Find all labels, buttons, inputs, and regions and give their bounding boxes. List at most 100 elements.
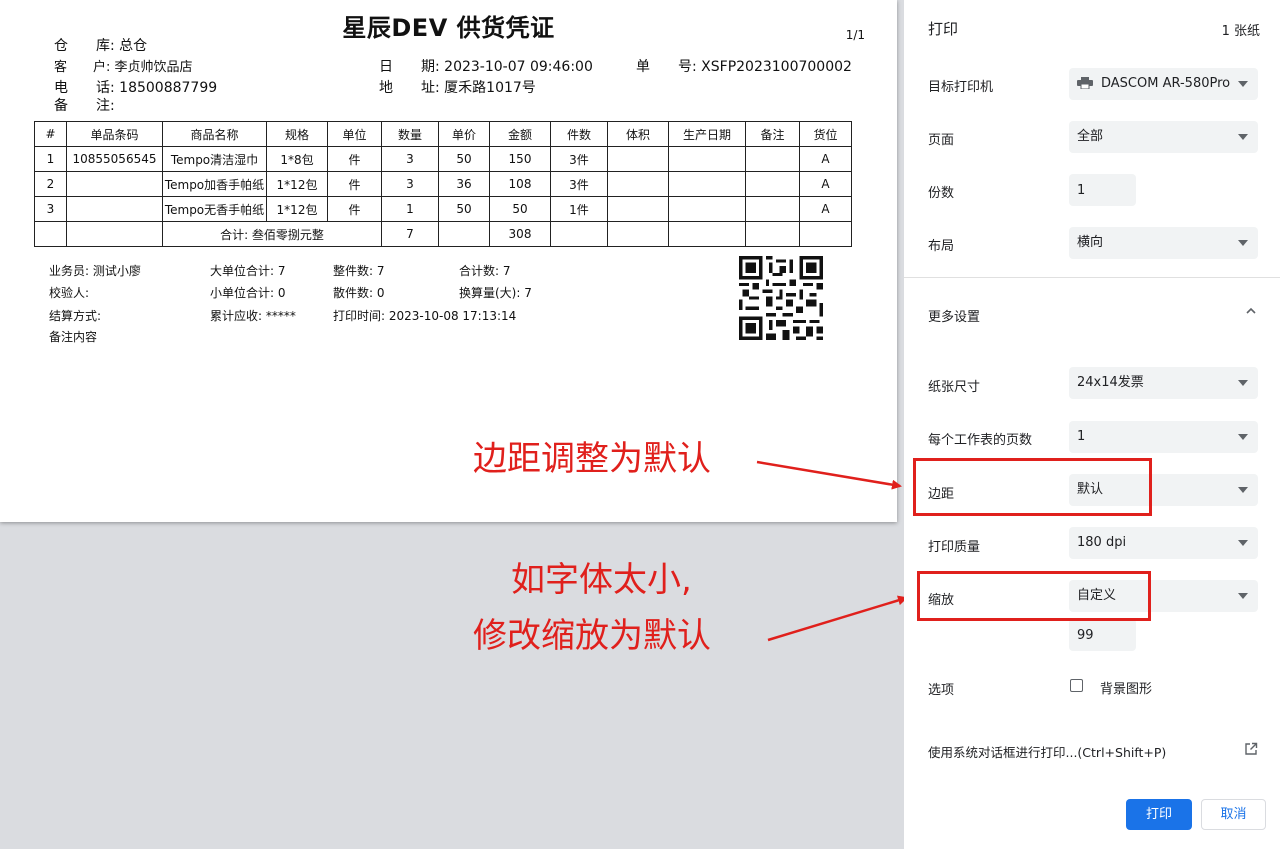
paper-size-select[interactable]: 24x14发票: [1069, 367, 1258, 399]
copies-label: 份数: [928, 186, 955, 201]
printer-value: DASCOM AR-580Pro: [1101, 76, 1231, 91]
table-cell: 3: [381, 146, 439, 172]
table-cell: [66, 221, 163, 247]
table-cell: [607, 146, 669, 172]
open-external-icon[interactable]: [1244, 742, 1258, 756]
print-preview-page: 星辰DEV 供货凭证 1/1 仓 库: 总仓 客 户: 李贞帅饮品店 电 话: …: [0, 0, 897, 522]
arrow-to-scale: [767, 595, 908, 642]
col-header: 商品名称: [162, 121, 267, 147]
col-header: 货位: [799, 121, 852, 147]
printer-select[interactable]: DASCOM AR-580Pro: [1069, 68, 1258, 100]
table-cell: 1: [34, 146, 67, 172]
table-cell: [607, 171, 669, 197]
chevron-down-icon: [1238, 540, 1248, 546]
pages-label: 页面: [928, 133, 955, 148]
quality-select[interactable]: 180 dpi: [1069, 527, 1258, 559]
col-header: 生产日期: [668, 121, 746, 147]
table-cell: [550, 221, 608, 247]
layout-label: 布局: [928, 239, 955, 254]
address-label: 地 址:: [379, 80, 440, 96]
table-cell: 150: [489, 146, 551, 172]
chevron-down-icon: [1238, 487, 1248, 493]
table-cell: 36: [438, 171, 490, 197]
table-cell: 1件: [550, 196, 608, 222]
table-cell: 3件: [550, 146, 608, 172]
order-value: XSFP2023100700002: [701, 59, 852, 75]
layout-select[interactable]: 横向: [1069, 227, 1258, 259]
col-header: 备注: [745, 121, 800, 147]
total-count: 合计数: 7: [459, 264, 511, 278]
chevron-down-icon: [1238, 81, 1248, 87]
date-field: 日 期: 2023-10-07 09:46:00: [379, 56, 593, 76]
table-cell: [745, 146, 800, 172]
pages-select[interactable]: 全部: [1069, 121, 1258, 153]
chevron-up-icon[interactable]: [1246, 306, 1256, 316]
layout-value: 横向: [1077, 235, 1104, 250]
pages-per-sheet-select[interactable]: 1: [1069, 421, 1258, 453]
checker: 校验人:: [49, 286, 90, 300]
customer-value: 李贞帅饮品店: [114, 60, 193, 75]
table-row: 2 Tempo加香手帕纸 1*12包 件 3 36 108 3件 A: [34, 171, 852, 197]
total-qty: 7: [381, 221, 439, 247]
table-header-row: # 单品条码 商品名称 规格 单位 数量 单价 金额 件数 体积 生产日期 备注…: [34, 121, 852, 147]
table-cell: [668, 196, 746, 222]
table-cell: 件: [327, 196, 382, 222]
total-label: 合计: 叁佰零捌元整: [162, 221, 382, 247]
background-graphics-checkbox[interactable]: [1070, 679, 1083, 692]
chevron-down-icon: [1238, 434, 1248, 440]
pages-per-sheet-label: 每个工作表的页数: [928, 433, 1033, 448]
whole-count: 整件数: 7: [333, 264, 385, 278]
col-header: 体积: [607, 121, 669, 147]
table-cell: 1: [381, 196, 439, 222]
copies-input[interactable]: [1069, 174, 1136, 206]
annotation-zoom-line2: 修改缩放为默认: [473, 616, 711, 656]
order-field: 单 号: XSFP2023100700002: [636, 56, 852, 76]
warehouse-field: 仓 库: 总仓: [54, 35, 147, 55]
table-cell: 108: [489, 171, 551, 197]
total-amount: 308: [489, 221, 551, 247]
scale-custom-input[interactable]: [1069, 619, 1136, 651]
chevron-down-icon: [1238, 380, 1248, 386]
table-cell: Tempo清洁湿巾: [162, 146, 267, 172]
table-cell: [34, 221, 67, 247]
col-header: #: [34, 121, 67, 147]
chevron-down-icon: [1238, 240, 1248, 246]
paper-size-value: 24x14发票: [1077, 375, 1144, 390]
col-header: 单位: [327, 121, 382, 147]
qr-code: [739, 256, 823, 340]
paper-size-label: 纸张尺寸: [928, 380, 981, 395]
table-cell: Tempo无香手帕纸: [162, 196, 267, 222]
quality-value: 180 dpi: [1077, 535, 1127, 550]
table-cell: [668, 146, 746, 172]
table-cell: 件: [327, 171, 382, 197]
col-header: 单品条码: [66, 121, 163, 147]
panel-title: 打印: [928, 20, 959, 38]
col-header: 件数: [550, 121, 608, 147]
more-settings-toggle[interactable]: 更多设置: [928, 306, 980, 325]
remark-field: 备 注:: [54, 95, 115, 115]
pages-value: 全部: [1077, 129, 1104, 144]
order-label: 单 号:: [636, 59, 697, 75]
highlight-scale: [917, 571, 1151, 621]
table-cell: A: [799, 146, 852, 172]
table-cell: [607, 196, 669, 222]
table-row: 3 Tempo无香手帕纸 1*12包 件 1 50 50 1件 A: [34, 196, 852, 222]
cancel-button[interactable]: 取消: [1201, 799, 1266, 830]
print-button[interactable]: 打印: [1126, 799, 1192, 830]
table-cell: 1*12包: [266, 171, 328, 197]
system-dialog-link[interactable]: 使用系统对话框进行打印...(Ctrl+Shift+P): [928, 742, 1166, 761]
table-cell: 1*8包: [266, 146, 328, 172]
annotation-zoom-line1: 如字体太小,: [511, 560, 692, 600]
chevron-down-icon: [1238, 593, 1248, 599]
table-cell: A: [799, 171, 852, 197]
date-value: 2023-10-07 09:46:00: [444, 59, 593, 75]
table-cell: 50: [438, 146, 490, 172]
warehouse-value: 总仓: [119, 38, 148, 54]
table-cell: [745, 196, 800, 222]
page-number: 1/1: [845, 28, 865, 42]
quality-label: 打印质量: [928, 540, 981, 555]
items-table: # 单品条码 商品名称 规格 单位 数量 单价 金额 件数 体积 生产日期 备注…: [34, 121, 852, 247]
background-graphics-label[interactable]: 背景图形: [1100, 678, 1152, 697]
pages-per-sheet-value: 1: [1077, 429, 1086, 444]
remark-label: 备 注:: [54, 98, 115, 114]
